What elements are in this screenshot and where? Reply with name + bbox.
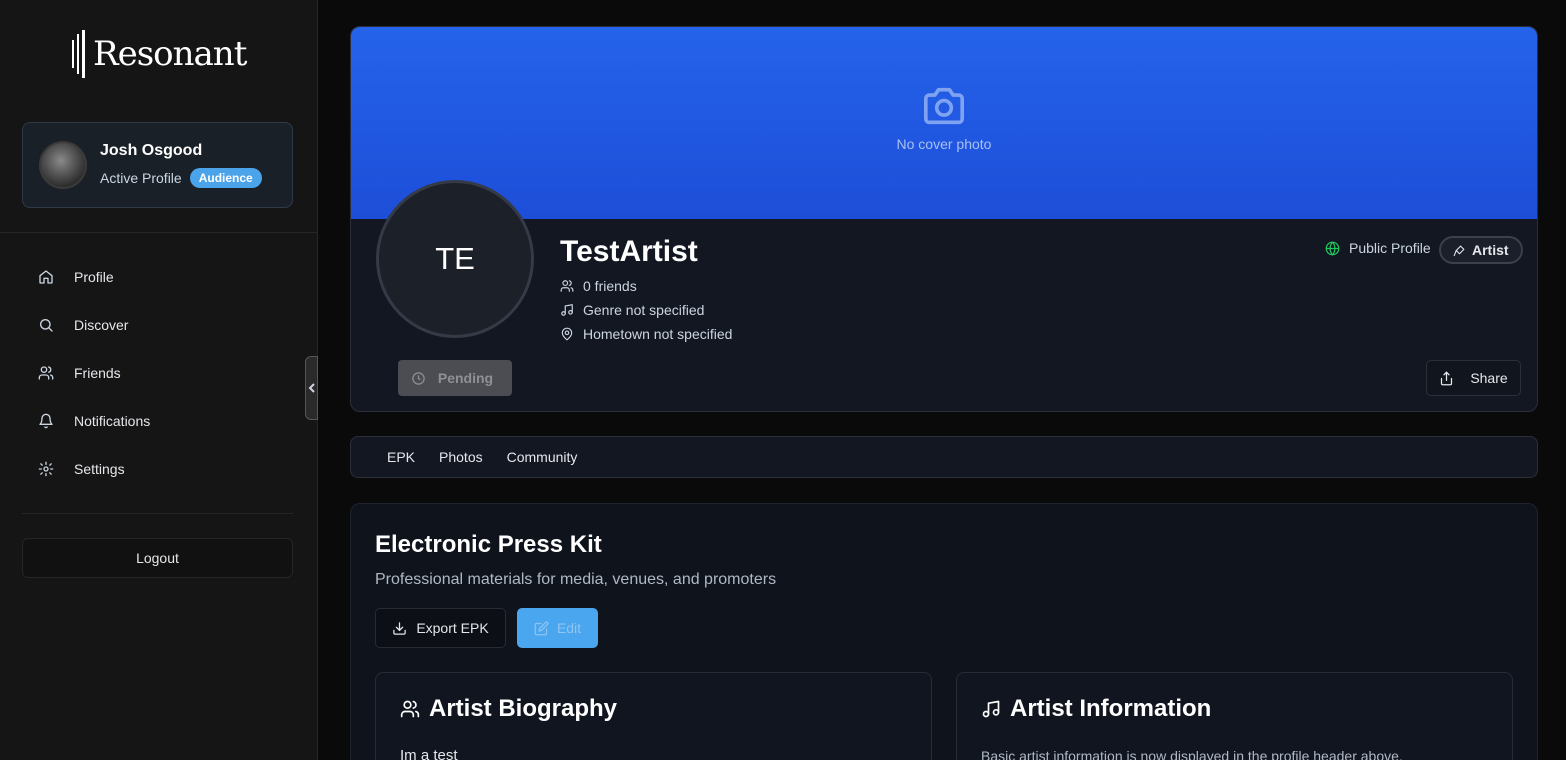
export-label: Export EPK bbox=[416, 620, 489, 636]
hometown-info: Hometown not specified bbox=[560, 326, 732, 342]
sidebar-collapse-button[interactable] bbox=[305, 356, 318, 420]
friends-count[interactable]: 0 friends bbox=[560, 278, 637, 294]
artist-role-badge: Artist bbox=[1439, 236, 1523, 264]
sidebar-item-settings[interactable]: Settings bbox=[22, 445, 293, 493]
active-profile-card[interactable]: Josh Osgood Active Profile Audience bbox=[22, 122, 293, 208]
profile-type-badge: Audience bbox=[189, 168, 262, 188]
edit-epk-button[interactable]: Edit bbox=[517, 608, 598, 648]
edit-icon bbox=[534, 621, 549, 635]
pending-button[interactable]: Pending bbox=[398, 360, 512, 396]
logo-text: Resonant bbox=[93, 34, 247, 74]
biography-title-text: Artist Biography bbox=[429, 695, 618, 722]
search-icon bbox=[40, 319, 53, 332]
chevron-left-icon bbox=[308, 383, 315, 393]
sidebar-divider bbox=[22, 513, 293, 514]
biography-title: Artist Biography bbox=[400, 695, 617, 723]
information-title: Artist Information bbox=[981, 695, 1211, 723]
bell-icon bbox=[39, 413, 53, 429]
genre-text: Genre not specified bbox=[583, 302, 705, 318]
app-logo[interactable]: Resonant bbox=[70, 30, 247, 78]
sidebar-item-label: Friends bbox=[74, 365, 121, 381]
main-content: No cover photo TE Pending TestArtist 0 f… bbox=[318, 0, 1566, 760]
tab-photos[interactable]: Photos bbox=[427, 449, 495, 465]
users-icon bbox=[560, 280, 574, 292]
sidebar-item-label: Discover bbox=[74, 317, 129, 333]
epk-section: Electronic Press Kit Professional materi… bbox=[350, 503, 1538, 760]
sidebar-divider bbox=[0, 232, 318, 233]
sidebar-item-label: Settings bbox=[74, 461, 125, 477]
users-icon bbox=[38, 366, 54, 380]
artist-information-card: Artist Information Basic artist informat… bbox=[956, 672, 1513, 760]
edit-label: Edit bbox=[556, 620, 582, 636]
sidebar-nav: Profile Discover Friends Notifications S… bbox=[22, 253, 293, 493]
friends-count-text: 0 friends bbox=[583, 278, 637, 294]
map-pin-icon bbox=[561, 327, 573, 341]
download-icon bbox=[393, 621, 407, 635]
sidebar-item-discover[interactable]: Discover bbox=[22, 301, 293, 349]
music-note-icon bbox=[561, 304, 573, 316]
genre-info: Genre not specified bbox=[560, 302, 704, 318]
globe-icon bbox=[1325, 241, 1340, 256]
visibility-text: Public Profile bbox=[1349, 240, 1431, 256]
share-button[interactable]: Share bbox=[1426, 360, 1521, 396]
profile-status: Active Profile bbox=[100, 170, 182, 186]
epk-title: Electronic Press Kit bbox=[375, 531, 602, 558]
tab-community[interactable]: Community bbox=[495, 449, 590, 465]
user-name: Josh Osgood bbox=[100, 142, 203, 159]
sidebar-item-friends[interactable]: Friends bbox=[22, 349, 293, 397]
biography-text: Im a test bbox=[400, 747, 458, 760]
artist-name: TestArtist bbox=[560, 235, 698, 268]
microphone-icon bbox=[1453, 244, 1465, 256]
home-icon bbox=[39, 270, 53, 284]
pending-label: Pending bbox=[437, 370, 494, 386]
sidebar-item-label: Notifications bbox=[74, 413, 151, 429]
share-icon bbox=[1441, 371, 1453, 385]
profile-tabs: EPK Photos Community bbox=[350, 436, 1538, 478]
cover-photo[interactable]: No cover photo bbox=[351, 27, 1537, 219]
artist-avatar[interactable]: TE bbox=[376, 180, 534, 338]
clock-icon bbox=[412, 371, 425, 385]
share-label: Share bbox=[1470, 370, 1508, 386]
information-text: Basic artist information is now displaye… bbox=[981, 748, 1403, 760]
sidebar-item-profile[interactable]: Profile bbox=[22, 253, 293, 301]
visibility-indicator: Public Profile bbox=[1325, 240, 1431, 256]
users-icon bbox=[400, 700, 420, 718]
sidebar-item-notifications[interactable]: Notifications bbox=[22, 397, 293, 445]
hometown-text: Hometown not specified bbox=[583, 326, 733, 342]
information-title-text: Artist Information bbox=[1010, 695, 1212, 722]
music-note-icon bbox=[982, 700, 1000, 718]
epk-subtitle: Professional materials for media, venues… bbox=[375, 571, 777, 588]
sidebar-item-label: Profile bbox=[74, 269, 114, 285]
logout-button[interactable]: Logout bbox=[22, 538, 293, 578]
sidebar: Resonant Josh Osgood Active Profile Audi… bbox=[0, 0, 318, 760]
camera-icon bbox=[923, 87, 964, 125]
logo-bars-icon bbox=[72, 30, 85, 78]
cover-placeholder-text: No cover photo bbox=[896, 136, 992, 152]
user-avatar bbox=[39, 141, 87, 189]
profile-header-card: No cover photo TE Pending TestArtist 0 f… bbox=[350, 26, 1538, 412]
gear-icon bbox=[38, 461, 54, 477]
tab-epk[interactable]: EPK bbox=[375, 449, 427, 465]
artist-biography-card: Artist Biography Im a test bbox=[375, 672, 932, 760]
export-epk-button[interactable]: Export EPK bbox=[375, 608, 506, 648]
role-badge-text: Artist bbox=[1472, 242, 1509, 258]
